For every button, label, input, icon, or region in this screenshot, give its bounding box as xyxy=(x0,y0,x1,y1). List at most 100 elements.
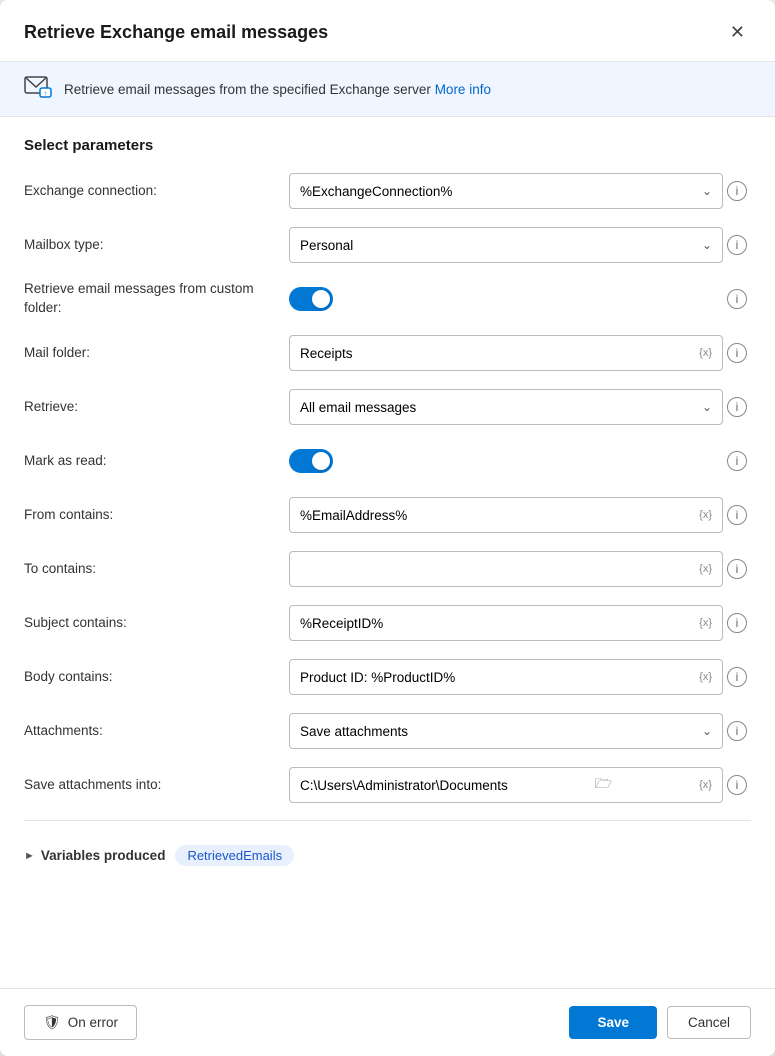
body-contains-control: Product ID: %ProductID% {x} xyxy=(289,659,723,695)
from-contains-input[interactable]: %EmailAddress% {x} xyxy=(289,497,723,533)
variables-toggle[interactable]: ► Variables produced xyxy=(24,848,165,863)
retrieve-dropdown[interactable]: All email messages ⌄ xyxy=(289,389,723,425)
save-attachments-input[interactable]: C:\Users\Administrator\Documents 🗁 {x} xyxy=(289,767,723,803)
cancel-button[interactable]: Cancel xyxy=(667,1006,751,1039)
attachments-label: Attachments: xyxy=(24,722,289,741)
variable-badge: {x} xyxy=(699,563,712,575)
exchange-connection-control: %ExchangeConnection% ⌄ xyxy=(289,173,723,209)
info-icon[interactable]: i xyxy=(727,235,747,255)
toggle-track xyxy=(289,449,333,473)
info-icon[interactable]: i xyxy=(727,721,747,741)
retrieve-control: All email messages ⌄ xyxy=(289,389,723,425)
chevron-down-icon: ⌄ xyxy=(702,400,712,414)
to-contains-row: To contains: {x} i xyxy=(24,550,751,588)
mark-as-read-label: Mark as read: xyxy=(24,452,289,471)
chevron-down-icon: ⌄ xyxy=(702,184,712,198)
info-icon[interactable]: i xyxy=(727,613,747,633)
toggle-thumb xyxy=(312,452,330,470)
subject-contains-input[interactable]: %ReceiptID% {x} xyxy=(289,605,723,641)
from-contains-row: From contains: %EmailAddress% {x} i xyxy=(24,496,751,534)
variable-badge: {x} xyxy=(699,509,712,521)
mailbox-type-dropdown[interactable]: Personal ⌄ xyxy=(289,227,723,263)
mark-as-read-toggle-wrapper xyxy=(289,449,333,473)
dialog-header: Retrieve Exchange email messages ✕ xyxy=(0,0,775,62)
mark-as-read-row: Mark as read: i xyxy=(24,442,751,480)
variables-section: ► Variables produced RetrievedEmails xyxy=(24,831,751,876)
custom-folder-control xyxy=(289,287,723,311)
attachments-dropdown[interactable]: Save attachments ⌄ xyxy=(289,713,723,749)
variable-badge: {x} xyxy=(699,347,712,359)
custom-folder-toggle-wrapper xyxy=(289,287,333,311)
close-button[interactable]: ✕ xyxy=(724,18,751,47)
custom-folder-label: Retrieve email messages from custom fold… xyxy=(24,280,289,318)
mail-folder-control: Receipts {x} xyxy=(289,335,723,371)
info-icon[interactable]: i xyxy=(727,667,747,687)
mail-folder-label: Mail folder: xyxy=(24,344,289,363)
info-icon[interactable]: i xyxy=(727,505,747,525)
svg-text:↑: ↑ xyxy=(44,90,48,98)
custom-folder-info: i xyxy=(723,289,751,309)
to-contains-input[interactable]: {x} xyxy=(289,551,723,587)
info-icon[interactable]: i xyxy=(727,289,747,309)
save-attachments-control: C:\Users\Administrator\Documents 🗁 {x} xyxy=(289,767,723,803)
toggle-track xyxy=(289,287,333,311)
info-icon[interactable]: i xyxy=(727,181,747,201)
chevron-down-icon: ⌄ xyxy=(702,724,712,738)
body-contains-input[interactable]: Product ID: %ProductID% {x} xyxy=(289,659,723,695)
shield-icon: 🛡 xyxy=(43,1014,61,1031)
body-contains-label: Body contains: xyxy=(24,668,289,687)
toggle-thumb xyxy=(312,290,330,308)
mailbox-type-label: Mailbox type: xyxy=(24,236,289,255)
save-attachments-row: Save attachments into: C:\Users\Administ… xyxy=(24,766,751,804)
button-group: Save Cancel xyxy=(569,1006,751,1039)
divider xyxy=(24,820,751,821)
variable-chip: RetrievedEmails xyxy=(175,845,294,866)
exchange-connection-label: Exchange connection: xyxy=(24,182,289,201)
to-contains-info: i xyxy=(723,559,751,579)
exchange-connection-dropdown[interactable]: %ExchangeConnection% ⌄ xyxy=(289,173,723,209)
mail-folder-info: i xyxy=(723,343,751,363)
subject-contains-label: Subject contains: xyxy=(24,614,289,633)
exchange-connection-info: i xyxy=(723,181,751,201)
mark-as-read-info: i xyxy=(723,451,751,471)
mailbox-type-control: Personal ⌄ xyxy=(289,227,723,263)
dialog-footer: 🛡 On error Save Cancel xyxy=(0,988,775,1056)
custom-folder-toggle[interactable] xyxy=(289,287,333,311)
info-icon[interactable]: i xyxy=(727,451,747,471)
body-contains-info: i xyxy=(723,667,751,687)
attachments-row: Attachments: Save attachments ⌄ i xyxy=(24,712,751,750)
variable-badge: {x} xyxy=(699,617,712,629)
attachments-info: i xyxy=(723,721,751,741)
on-error-button[interactable]: 🛡 On error xyxy=(24,1005,137,1040)
mark-as-read-toggle[interactable] xyxy=(289,449,333,473)
mail-folder-input[interactable]: Receipts {x} xyxy=(289,335,723,371)
custom-folder-row: Retrieve email messages from custom fold… xyxy=(24,280,751,318)
retrieve-row: Retrieve: All email messages ⌄ i xyxy=(24,388,751,426)
to-contains-control: {x} xyxy=(289,551,723,587)
dialog: Retrieve Exchange email messages ✕ ↑ Ret… xyxy=(0,0,775,1056)
variables-label: Variables produced xyxy=(41,848,166,863)
chevron-right-icon: ► xyxy=(24,850,35,862)
save-button[interactable]: Save xyxy=(569,1006,657,1039)
subject-contains-control: %ReceiptID% {x} xyxy=(289,605,723,641)
info-icon[interactable]: i xyxy=(727,397,747,417)
mailbox-type-row: Mailbox type: Personal ⌄ i xyxy=(24,226,751,264)
mailbox-type-info: i xyxy=(723,235,751,255)
banner-text: Retrieve email messages from the specifi… xyxy=(64,82,491,97)
mark-as-read-control xyxy=(289,449,723,473)
dialog-title: Retrieve Exchange email messages xyxy=(24,22,328,43)
save-attachments-label: Save attachments into: xyxy=(24,776,289,795)
from-contains-control: %EmailAddress% {x} xyxy=(289,497,723,533)
attachments-control: Save attachments ⌄ xyxy=(289,713,723,749)
info-icon[interactable]: i xyxy=(727,775,747,795)
to-contains-label: To contains: xyxy=(24,560,289,579)
exchange-connection-row: Exchange connection: %ExchangeConnection… xyxy=(24,172,751,210)
info-banner: ↑ Retrieve email messages from the speci… xyxy=(0,62,775,117)
body-contains-row: Body contains: Product ID: %ProductID% {… xyxy=(24,658,751,696)
more-info-link[interactable]: More info xyxy=(435,82,491,97)
info-icon[interactable]: i xyxy=(727,559,747,579)
info-icon[interactable]: i xyxy=(727,343,747,363)
retrieve-label: Retrieve: xyxy=(24,398,289,417)
email-icon: ↑ xyxy=(24,74,52,104)
mail-folder-row: Mail folder: Receipts {x} i xyxy=(24,334,751,372)
